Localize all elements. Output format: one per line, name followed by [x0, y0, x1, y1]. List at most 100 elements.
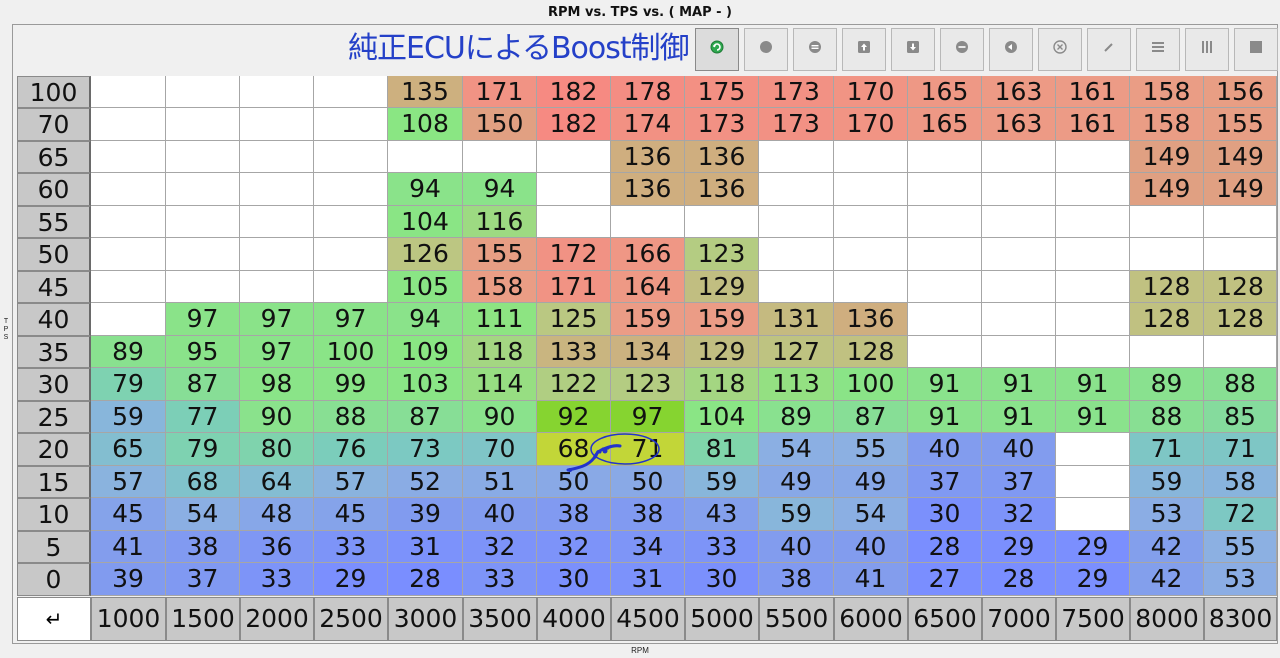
map-cell[interactable]	[834, 141, 908, 173]
map-cell[interactable]: 97	[166, 303, 240, 336]
map-cell[interactable]: 89	[91, 336, 166, 368]
row-header-tps-60[interactable]: 60	[17, 173, 91, 206]
map-cell[interactable]: 87	[388, 401, 463, 433]
map-cell[interactable]: 59	[759, 498, 834, 531]
map-cell[interactable]: 118	[685, 368, 759, 401]
map-cell[interactable]: 50	[537, 466, 611, 498]
map-cell[interactable]	[1056, 336, 1130, 368]
map-cell[interactable]: 122	[537, 368, 611, 401]
map-cell[interactable]	[982, 173, 1056, 206]
row-header-tps-55[interactable]: 55	[17, 206, 91, 238]
map-cell[interactable]: 40	[759, 531, 834, 563]
map-cell[interactable]: 175	[685, 76, 759, 108]
column-header-rpm-5000[interactable]: 5000	[685, 597, 759, 641]
map-cell[interactable]	[240, 271, 314, 303]
map-cell[interactable]	[982, 336, 1056, 368]
toolbar-button-arrow-down-box[interactable]	[891, 28, 935, 71]
map-cell[interactable]	[166, 173, 240, 206]
map-cell[interactable]	[1204, 206, 1277, 238]
map-cell[interactable]: 68	[166, 466, 240, 498]
map-cell[interactable]: 27	[908, 563, 982, 596]
map-cell[interactable]: 58	[1204, 466, 1277, 498]
map-cell[interactable]: 128	[1130, 271, 1204, 303]
map-cell[interactable]: 57	[314, 466, 388, 498]
column-header-rpm-7500[interactable]: 7500	[1056, 597, 1130, 641]
map-cell[interactable]: 91	[908, 368, 982, 401]
column-header-rpm-8000[interactable]: 8000	[1130, 597, 1204, 641]
map-cell[interactable]	[463, 141, 537, 173]
map-cell[interactable]	[91, 173, 166, 206]
map-cell[interactable]: 54	[759, 433, 834, 466]
map-cell[interactable]: 29	[314, 563, 388, 596]
map-cell[interactable]: 125	[537, 303, 611, 336]
column-header-rpm-2000[interactable]: 2000	[240, 597, 314, 641]
map-cell[interactable]: 50	[611, 466, 685, 498]
map-cell[interactable]	[982, 238, 1056, 271]
map-cell[interactable]: 31	[388, 531, 463, 563]
map-cell[interactable]: 55	[1204, 531, 1277, 563]
map-cell[interactable]: 94	[463, 173, 537, 206]
map-cell[interactable]	[314, 238, 388, 271]
map-cell[interactable]: 92	[537, 401, 611, 433]
map-cell[interactable]	[1056, 466, 1130, 498]
map-cell[interactable]	[1056, 206, 1130, 238]
map-cell[interactable]: 173	[685, 108, 759, 141]
map-cell[interactable]: 91	[982, 401, 1056, 433]
map-cell[interactable]: 114	[463, 368, 537, 401]
map-cell[interactable]	[908, 173, 982, 206]
map-cell[interactable]: 91	[1056, 401, 1130, 433]
map-cell[interactable]: 123	[685, 238, 759, 271]
map-cell[interactable]	[166, 76, 240, 108]
map-cell[interactable]: 150	[463, 108, 537, 141]
map-cell[interactable]: 158	[1130, 76, 1204, 108]
map-cell[interactable]: 155	[463, 238, 537, 271]
map-cell[interactable]: 135	[388, 76, 463, 108]
map-cell[interactable]: 111	[463, 303, 537, 336]
map-cell[interactable]: 32	[537, 531, 611, 563]
column-header-rpm-4000[interactable]: 4000	[537, 597, 611, 641]
map-cell[interactable]: 164	[611, 271, 685, 303]
map-cell[interactable]: 170	[834, 76, 908, 108]
map-cell[interactable]	[314, 173, 388, 206]
map-cell[interactable]	[166, 108, 240, 141]
map-cell[interactable]: 136	[834, 303, 908, 336]
map-cell[interactable]: 32	[982, 498, 1056, 531]
map-cell[interactable]: 94	[388, 303, 463, 336]
map-cell[interactable]	[240, 173, 314, 206]
map-cell[interactable]: 172	[537, 238, 611, 271]
map-cell[interactable]	[314, 141, 388, 173]
map-cell[interactable]: 149	[1204, 173, 1277, 206]
map-cell[interactable]: 28	[388, 563, 463, 596]
map-cell[interactable]: 38	[611, 498, 685, 531]
toolbar-button-horizontal-lines[interactable]	[1136, 28, 1180, 71]
map-cell[interactable]	[982, 206, 1056, 238]
map-cell[interactable]: 95	[166, 336, 240, 368]
map-cell[interactable]: 87	[166, 368, 240, 401]
row-header-tps-65[interactable]: 65	[17, 141, 91, 173]
map-cell[interactable]	[1056, 173, 1130, 206]
map-cell[interactable]	[908, 206, 982, 238]
map-cell[interactable]: 97	[240, 303, 314, 336]
map-cell[interactable]: 182	[537, 108, 611, 141]
map-cell[interactable]: 97	[240, 336, 314, 368]
map-cell[interactable]: 38	[759, 563, 834, 596]
map-cell[interactable]	[1130, 336, 1204, 368]
map-cell[interactable]: 126	[388, 238, 463, 271]
map-cell[interactable]: 42	[1130, 563, 1204, 596]
map-cell[interactable]: 91	[908, 401, 982, 433]
map-cell[interactable]: 39	[91, 563, 166, 596]
map-cell[interactable]: 76	[314, 433, 388, 466]
map-cell[interactable]	[240, 108, 314, 141]
column-header-rpm-3000[interactable]: 3000	[388, 597, 463, 641]
map-cell[interactable]: 52	[388, 466, 463, 498]
map-cell[interactable]: 159	[685, 303, 759, 336]
map-cell[interactable]	[91, 238, 166, 271]
row-header-tps-45[interactable]: 45	[17, 271, 91, 303]
map-cell[interactable]: 155	[1204, 108, 1277, 141]
map-cell[interactable]: 109	[388, 336, 463, 368]
map-cell[interactable]	[166, 141, 240, 173]
map-cell[interactable]: 173	[759, 76, 834, 108]
map-cell[interactable]: 29	[1056, 563, 1130, 596]
map-cell[interactable]: 71	[611, 433, 685, 466]
map-cell[interactable]: 37	[908, 466, 982, 498]
